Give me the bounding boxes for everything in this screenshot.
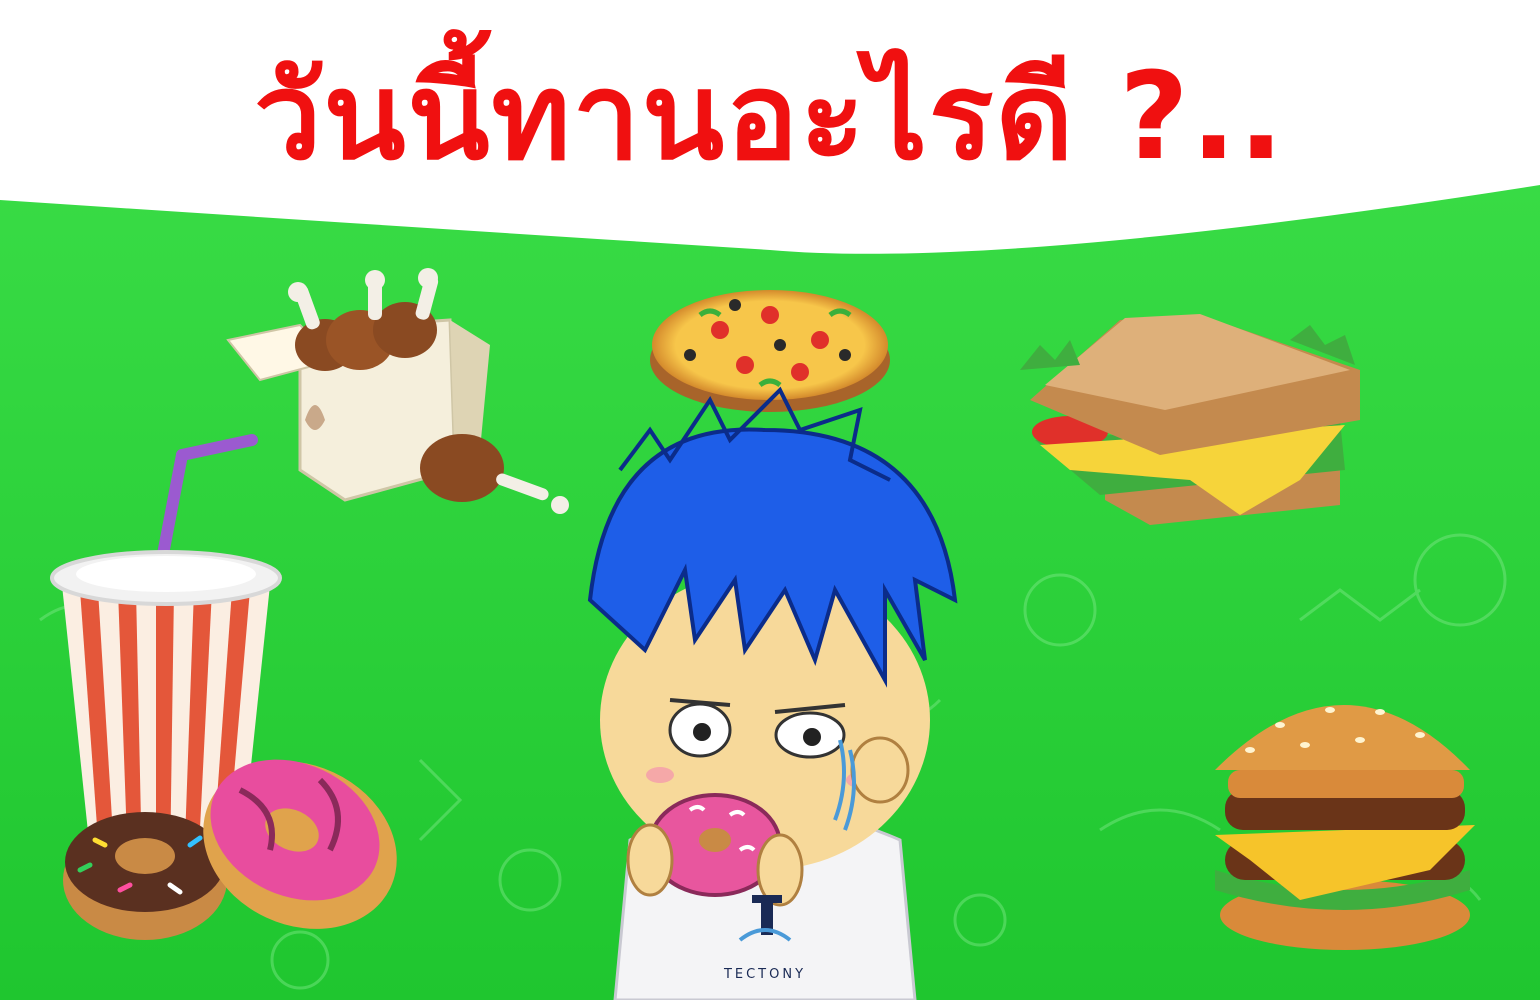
- shirt-logo-text: TECTONY: [723, 967, 806, 982]
- burger-icon: [1215, 705, 1475, 950]
- pizza-icon: [650, 290, 890, 412]
- page-title: วันนี้ทานอะไรดี ?..: [254, 48, 1286, 187]
- boy-eating-donut-character: TECTONY: [587, 386, 958, 1000]
